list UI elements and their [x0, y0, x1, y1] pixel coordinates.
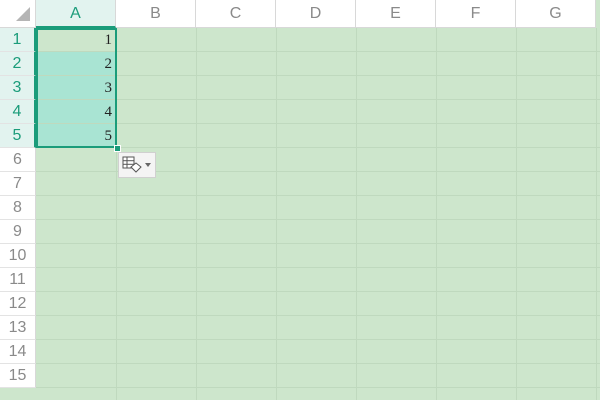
- auto-fill-options-icon: [122, 156, 142, 173]
- column-header-f[interactable]: F: [436, 0, 516, 28]
- column-header-e[interactable]: E: [356, 0, 436, 28]
- row-header-1[interactable]: 1: [0, 28, 36, 52]
- row-header-15[interactable]: 15: [0, 364, 36, 388]
- row-header-13[interactable]: 13: [0, 316, 36, 340]
- column-header-d[interactable]: D: [276, 0, 356, 28]
- gridline-vertical: [596, 28, 597, 400]
- selection-outline: [36, 28, 117, 148]
- row-header-11[interactable]: 11: [0, 268, 36, 292]
- row-header-10[interactable]: 10: [0, 244, 36, 268]
- chevron-down-icon: [145, 163, 151, 167]
- select-all-corner[interactable]: [0, 0, 36, 28]
- column-header-b[interactable]: B: [116, 0, 196, 28]
- row-header-8[interactable]: 8: [0, 196, 36, 220]
- spreadsheet[interactable]: ABCDEFG 1 2 3 4 5 6 7 8 9 10 11 12 13 14 15 12345: [0, 0, 600, 400]
- gridline-vertical: [516, 28, 517, 400]
- fill-handle[interactable]: [114, 145, 121, 152]
- gridline-vertical: [356, 28, 357, 400]
- row-header-7[interactable]: 7: [0, 172, 36, 196]
- row-header-14[interactable]: 14: [0, 340, 36, 364]
- row-header-6[interactable]: 6: [0, 148, 36, 172]
- row-header-2[interactable]: 2: [0, 52, 36, 76]
- auto-fill-options-button[interactable]: [118, 152, 156, 178]
- column-header-g[interactable]: G: [516, 0, 596, 28]
- gridline-vertical: [196, 28, 197, 400]
- gridline-vertical: [276, 28, 277, 400]
- row-header-12[interactable]: 12: [0, 292, 36, 316]
- gridline-vertical: [436, 28, 437, 400]
- column-header-a[interactable]: A: [36, 0, 116, 28]
- select-all-triangle-icon: [16, 7, 30, 21]
- row-header-5[interactable]: 5: [0, 124, 36, 148]
- column-header-c[interactable]: C: [196, 0, 276, 28]
- row-header-9[interactable]: 9: [0, 220, 36, 244]
- row-header-4[interactable]: 4: [0, 100, 36, 124]
- row-header-3[interactable]: 3: [0, 76, 36, 100]
